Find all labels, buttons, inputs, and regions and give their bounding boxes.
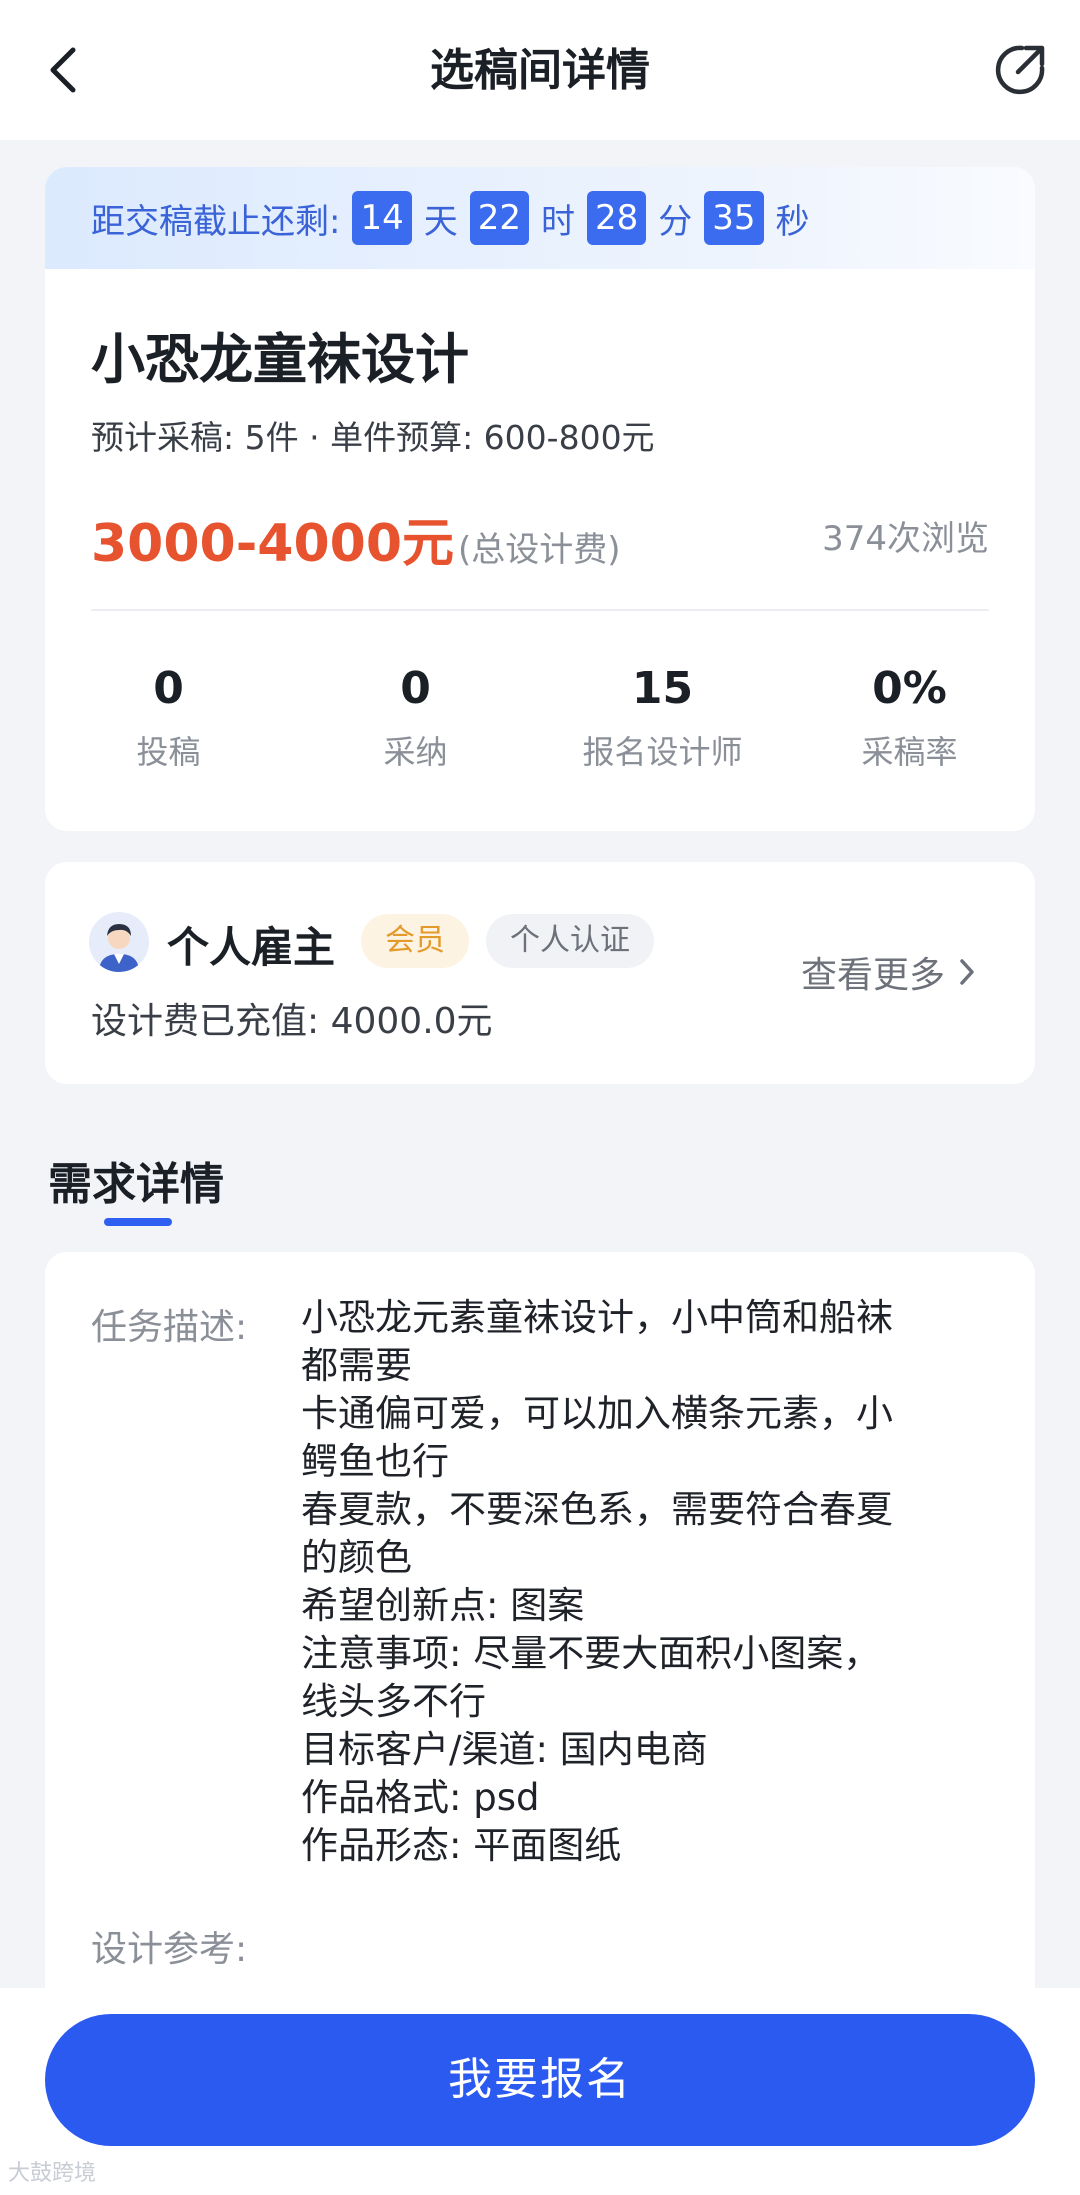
fee-row: 3000-4000元 (总设计费) [91, 501, 621, 576]
employer-name: 个人雇主 [167, 923, 336, 972]
countdown-days: 14 [352, 191, 412, 245]
view-more-label: 查看更多 [800, 955, 945, 996]
countdown-minutes: 28 [587, 191, 647, 245]
description-line: 注意事项: 尽量不要大面积小图案， [301, 1632, 881, 1675]
countdown-prefix: 距交稿截止还剩: [91, 201, 341, 242]
share-icon [995, 45, 1045, 95]
member-badge: 会员 [361, 914, 469, 968]
view-count: 374次浏览 [822, 519, 989, 559]
stat-label: 采稿率 [861, 733, 958, 771]
description-body: 小恐龙元素童袜设计，小中筒和船袜 都需要 卡通偏可爱，可以加入横条元素，小 鳄鱼… [301, 1294, 991, 1870]
description-line: 目标客户/渠道: 国内电商 [301, 1728, 708, 1771]
employer-card[interactable]: 个人雇主 会员 个人认证 设计费已充值: 4000.0元 查看更多 [45, 862, 1035, 1084]
countdown-days-unit: 天 [423, 201, 458, 242]
stat-adoption-rate: 0% 采稿率 [786, 663, 1033, 773]
bottom-action-bar: 我要报名 大鼓跨境 [0, 1988, 1080, 2195]
countdown-hours-unit: 时 [541, 201, 575, 242]
countdown-seconds-unit: 秒 [775, 201, 810, 242]
header-bar: 选稿间详情 [0, 0, 1080, 140]
fee-note: (总设计费) [458, 530, 621, 570]
stat-label: 采纳 [383, 733, 448, 771]
user-avatar-icon [89, 912, 149, 972]
page-title: 选稿间详情 [430, 45, 650, 96]
stat-adopted: 0 采纳 [292, 663, 539, 773]
description-line: 希望创新点: 图案 [301, 1584, 585, 1627]
countdown-hours: 22 [469, 191, 529, 245]
section-underline [104, 1218, 172, 1226]
deadline-countdown: 距交稿截止还剩: 14 天 22 时 28 分 35 秒 [45, 167, 1035, 269]
description-line: 的颜色 [301, 1536, 412, 1579]
stat-value: 0 [400, 663, 431, 714]
divider [91, 609, 989, 611]
stat-value: 0 [153, 663, 184, 714]
stat-value: 15 [631, 663, 694, 714]
signup-button[interactable]: 我要报名 [45, 2014, 1035, 2146]
view-more-link[interactable]: 查看更多 [801, 946, 975, 998]
stat-label: 投稿 [136, 733, 201, 771]
share-button[interactable] [992, 42, 1048, 98]
fee-amount: 3000-4000元 [91, 514, 455, 574]
countdown-seconds: 35 [704, 191, 764, 245]
section-title: 需求详情 [48, 1159, 224, 1210]
task-card: 距交稿截止还剩: 14 天 22 时 28 分 35 秒 小恐龙童袜设计 预计采… [45, 167, 1035, 831]
stat-designers: 15 报名设计师 [539, 663, 786, 773]
stat-value: 0% [872, 663, 947, 714]
description-line: 小恐龙元素童袜设计，小中筒和船袜 [301, 1296, 893, 1339]
task-title: 小恐龙童袜设计 [91, 328, 469, 391]
stats-row: 0 投稿 0 采纳 15 报名设计师 0% 采稿率 [45, 663, 1035, 773]
chevron-right-icon [960, 959, 974, 985]
design-reference-label: 设计参考: [91, 1929, 248, 1970]
description-line: 卡通偏可爱，可以加入横条元素，小 [301, 1392, 893, 1435]
description-line: 鳄鱼也行 [301, 1440, 449, 1483]
description-line: 春夏款，不要深色系，需要符合春夏 [301, 1488, 893, 1531]
countdown-minutes-unit: 分 [658, 201, 693, 242]
stat-label: 报名设计师 [582, 733, 743, 771]
verification-badge: 个人认证 [486, 914, 654, 968]
description-label: 任务描述: [91, 1307, 248, 1348]
description-line: 都需要 [301, 1344, 412, 1387]
requirement-detail-card: 任务描述: 小恐龙元素童袜设计，小中筒和船袜 都需要 卡通偏可爱，可以加入横条元… [45, 1252, 1035, 2012]
description-line: 作品形态: 平面图纸 [301, 1824, 622, 1867]
stat-submissions: 0 投稿 [45, 663, 292, 773]
watermark: 大鼓跨境 [8, 2161, 97, 2186]
description-line: 作品格式: psd [301, 1776, 540, 1819]
avatar [89, 912, 149, 972]
description-line: 线头多不行 [301, 1680, 486, 1723]
fee-charged: 设计费已充值: 4000.0元 [91, 1001, 493, 1042]
task-meta: 预计采稿: 5件 · 单件预算: 600-800元 [91, 418, 655, 457]
